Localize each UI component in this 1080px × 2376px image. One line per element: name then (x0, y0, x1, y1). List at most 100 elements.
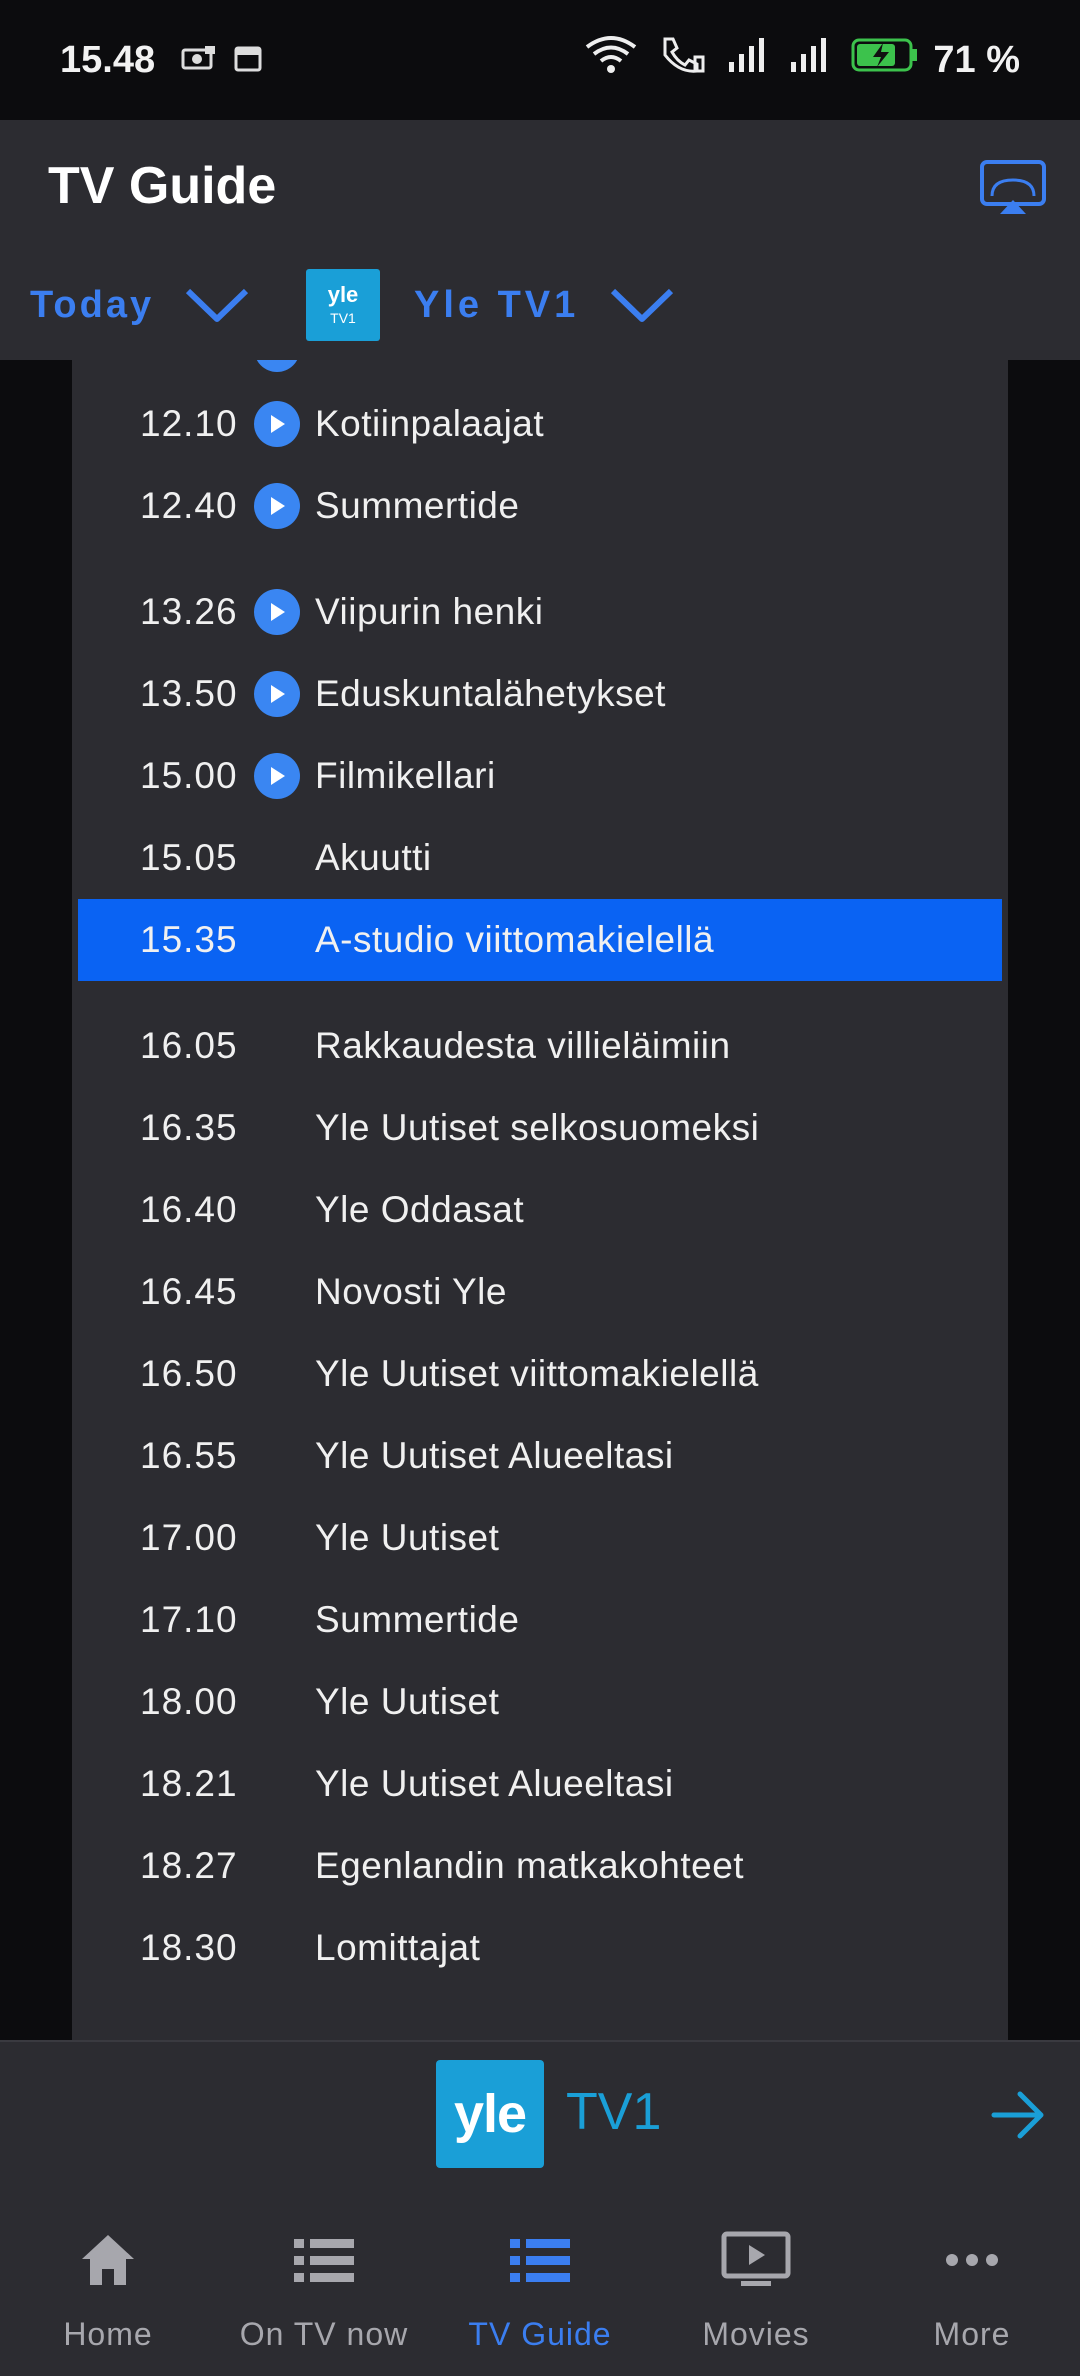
play-icon (254, 360, 300, 372)
battery-percent: 71 % (933, 38, 1020, 81)
list-icon (292, 2228, 356, 2292)
chevron-down-icon (186, 288, 249, 322)
program-title: Yle Uutiset (315, 1681, 500, 1722)
schedule-row[interactable]: 15.00 Filmikellari (72, 735, 1008, 817)
program-time: 12.10 (140, 403, 238, 444)
app-screen: 15.48 71 % TV Guide Today yle TV1 Yle TV… (0, 0, 1080, 2376)
nav-more[interactable]: More (864, 2184, 1080, 2376)
nav-tv-guide[interactable]: TV Guide (432, 2184, 648, 2376)
play-icon[interactable] (254, 401, 300, 447)
program-title: Summertide (315, 485, 520, 526)
program-time: 15.05 (140, 837, 238, 878)
schedule-row[interactable]: 16.40 Yle Oddasat (72, 1169, 1008, 1251)
bottom-navigation: Home On TV now TV Guide Movies More (0, 2184, 1080, 2376)
wifi-calling-icon (659, 35, 705, 85)
program-time: 18.30 (140, 1927, 238, 1968)
schedule-row[interactable]: 12.10 Kotiinpalaajat (72, 383, 1008, 465)
schedule-list[interactable]: 12.10 Kotiinpalaajat 12.40 Summertide 13.26 V… (72, 360, 1008, 2040)
schedule-row[interactable]: 16.55 Yle Uutiset Alueeltasi (72, 1415, 1008, 1497)
nav-movies[interactable]: Movies (648, 2184, 864, 2376)
nav-home[interactable]: Home (0, 2184, 216, 2376)
schedule-row[interactable]: 16.05 Rakkaudesta villieläimiin (72, 1005, 1008, 1087)
program-title: A-studio viittomakielellä (315, 919, 715, 960)
program-title: Eduskuntalähetykset (315, 673, 666, 714)
list-icon (508, 2228, 572, 2292)
program-time: 16.55 (140, 1435, 238, 1476)
program-title: Yle Uutiset Alueeltasi (315, 1763, 674, 1804)
wifi-icon (585, 35, 637, 85)
status-time: 15.48 (60, 38, 156, 81)
schedule-row[interactable]: 16.35 Yle Uutiset selkosuomeksi (72, 1087, 1008, 1169)
program-title: Summertide (315, 1599, 520, 1640)
program-time: 15.35 (140, 919, 238, 960)
battery-charging-icon (851, 37, 919, 83)
program-title: Novosti Yle (315, 1271, 507, 1312)
chevron-down-icon (611, 288, 674, 322)
schedule-row[interactable]: 12.40 Summertide (72, 465, 1008, 547)
next-channel-button[interactable] (990, 2090, 1046, 2140)
program-title: Rakkaudesta villieläimiin (315, 1025, 731, 1066)
calendar-notification-icon (233, 39, 263, 82)
program-time: 15.00 (140, 755, 238, 796)
program-time: 18.27 (140, 1845, 238, 1886)
more-dots-icon (944, 2228, 1000, 2292)
schedule-row[interactable]: 18.30 Lomittajat (72, 1907, 1008, 1989)
program-time: 13.26 (140, 591, 238, 632)
program-time: 17.10 (140, 1599, 238, 1640)
program-title: Yle Uutiset viittomakielellä (315, 1353, 759, 1394)
program-time: 17.00 (140, 1517, 238, 1558)
cast-icon (980, 160, 1046, 214)
schedule-row[interactable]: 13.50 Eduskuntalähetykset (72, 653, 1008, 735)
program-time: 16.35 (140, 1107, 238, 1148)
arrow-right-icon (991, 2091, 1044, 2139)
schedule-row[interactable]: 18.21 Yle Uutiset Alueeltasi (72, 1743, 1008, 1825)
schedule-row[interactable]: 16.50 Yle Uutiset viittomakielellä (72, 1333, 1008, 1415)
program-time: 16.50 (140, 1353, 238, 1394)
schedule-row[interactable]: 17.00 Yle Uutiset (72, 1497, 1008, 1579)
schedule-row[interactable]: 17.10 Summertide (72, 1579, 1008, 1661)
program-title: Akuutti (315, 837, 432, 878)
screen-play-icon (721, 2228, 791, 2292)
cast-button[interactable] (978, 158, 1048, 218)
schedule-row[interactable]: 16.45 Novosti Yle (72, 1251, 1008, 1333)
status-bar: 15.48 71 % (0, 0, 1080, 120)
status-right: 71 % (563, 35, 1020, 85)
play-icon[interactable] (254, 483, 300, 529)
play-icon[interactable] (254, 671, 300, 717)
yle-logo[interactable]: yle (436, 2060, 544, 2168)
channel-bar: yle TV1 (0, 2040, 1080, 2184)
program-title: Yle Oddasat (315, 1189, 525, 1230)
play-icon[interactable] (254, 589, 300, 635)
program-time: 16.45 (140, 1271, 238, 1312)
program-time: 18.21 (140, 1763, 238, 1804)
day-selector-label: Today (30, 283, 155, 326)
top-app-bar: TV Guide Today yle TV1 Yle TV1 (0, 120, 1080, 360)
photo-notification-icon (181, 39, 217, 82)
nav-on-tv-now[interactable]: On TV now (216, 2184, 432, 2376)
selector-row: Today yle TV1 Yle TV1 (0, 265, 1080, 345)
signal-icon-2 (789, 36, 829, 84)
program-title: Kotiinpalaajat (315, 403, 545, 444)
program-title: Yle Uutiset selkosuomeksi (315, 1107, 760, 1148)
schedule-row[interactable]: 18.27 Egenlandin matkakohteet (72, 1825, 1008, 1907)
home-icon (78, 2228, 138, 2292)
program-time: 13.50 (140, 673, 238, 714)
schedule-row[interactable]: 13.26 Viipurin henki (72, 571, 1008, 653)
program-title: Yle Uutiset (315, 1517, 500, 1558)
schedule-row-now-playing[interactable]: 15.35 A-studio viittomakielellä (78, 899, 1002, 981)
channel-name: TV1 (566, 2083, 662, 2141)
program-time: 12.40 (140, 485, 238, 526)
program-title: Egenlandin matkakohteet (315, 1845, 745, 1886)
program-time: 16.40 (140, 1189, 238, 1230)
program-title: Filmikellari (315, 755, 496, 796)
day-selector[interactable]: Today (30, 265, 250, 345)
schedule-row[interactable]: 15.05 Akuutti (72, 817, 1008, 899)
play-icon[interactable] (254, 753, 300, 799)
program-title: Yle Uutiset Alueeltasi (315, 1435, 674, 1476)
signal-icon (727, 36, 767, 84)
schedule-row[interactable]: 18.00 Yle Uutiset (72, 1661, 1008, 1743)
page-title: TV Guide (48, 157, 277, 215)
program-time: 18.00 (140, 1681, 238, 1722)
program-title: Viipurin henki (315, 591, 544, 632)
channel-selector[interactable]: yle TV1 Yle TV1 (306, 265, 675, 345)
